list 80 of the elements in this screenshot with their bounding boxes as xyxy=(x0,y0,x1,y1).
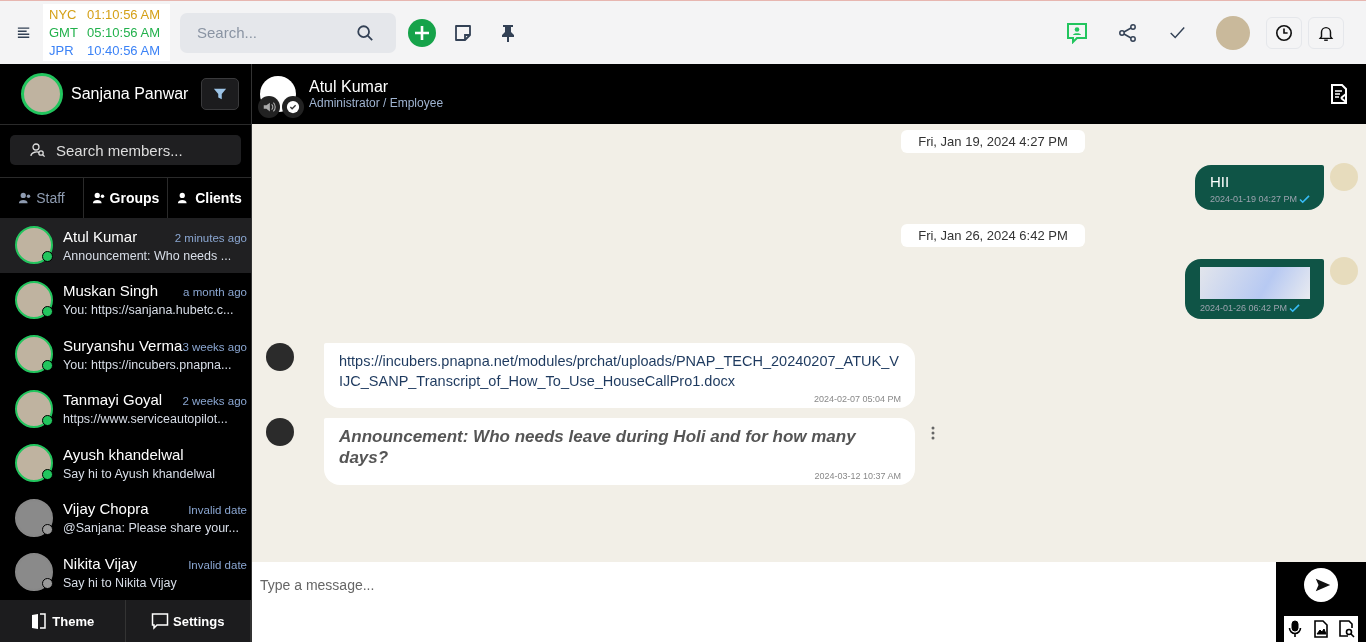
theme-icon xyxy=(30,612,49,630)
clock-zone: JPR xyxy=(49,43,75,58)
message-time: 2024-03-12 10:37 AM xyxy=(814,471,901,481)
filter-button[interactable] xyxy=(201,78,239,110)
sender-avatar xyxy=(1330,163,1358,191)
clock-time: 01:10:56 AM xyxy=(87,7,160,22)
sender-avatar xyxy=(1330,257,1358,285)
contact-name: Atul Kumar xyxy=(63,227,138,245)
contact-item[interactable]: Suryanshu Verma3 weeks ago You: https://incubers.pnapna... xyxy=(0,327,251,382)
date-chip: Fri, Jan 19, 2024 4:27 PM xyxy=(901,130,1085,153)
contact-preview: Say hi to Ayush khandelwal xyxy=(63,466,216,481)
contact-time: 2 weeks ago xyxy=(182,395,247,408)
notification-button[interactable] xyxy=(1308,16,1344,49)
contact-time: Invalid date xyxy=(188,558,247,571)
user-icon xyxy=(18,191,33,205)
contact-preview: You: https://sanjana.hubetc.c... xyxy=(63,303,235,318)
clock-zone: GMT xyxy=(49,25,77,40)
contact-time: 3 weeks ago xyxy=(182,340,247,353)
member-search-field[interactable]: Search members... xyxy=(10,135,241,165)
search-input[interactable]: Search... xyxy=(195,23,356,42)
profile-name: Sanjana Panwar xyxy=(71,85,190,103)
user-search-icon xyxy=(30,142,46,158)
sticky-note-icon[interactable] xyxy=(453,22,473,43)
search-field[interactable]: Search... xyxy=(180,12,396,53)
image-file-icon[interactable] xyxy=(1312,620,1330,638)
contact-preview: You: https://incubers.pnapna... xyxy=(63,357,233,372)
clock-icon xyxy=(1275,23,1293,42)
contact-time: a month ago xyxy=(183,286,247,299)
clock-zone: NYC xyxy=(49,7,77,22)
contact-item[interactable]: Vijay Chopra Invalid date @Sanjana: Please share your... xyxy=(0,490,251,545)
check-icon xyxy=(1299,194,1310,204)
add-icon[interactable] xyxy=(408,18,436,47)
chat-contact-name: Atul Kumar xyxy=(309,78,390,96)
send-icon xyxy=(1313,576,1332,594)
message-text: Announcement: Who needs leave during Holi and for how many days? xyxy=(339,426,857,468)
contact-preview: @Sanjana: Please share your... xyxy=(63,521,240,536)
message-text: https://incubers.pnapna.net/modules/prchat/uploads/PNAP_TECH_20240207_ATUK_VIJC_SANP_Transcript_of_How_To_Use_HouseCallPro1.docx xyxy=(339,352,900,391)
contact-preview: Say hi to Nikita Vijay xyxy=(63,575,178,590)
contact-item[interactable]: Tanmayi Goyal 2 weeks ago https://www.serviceautopilot... xyxy=(0,381,251,436)
message-time: 2024-01-26 06:42 PM xyxy=(1200,303,1288,313)
send-button[interactable] xyxy=(1304,568,1338,602)
chat-bubble-icon xyxy=(151,612,170,630)
filter-icon xyxy=(213,87,227,101)
share-icon[interactable] xyxy=(1118,22,1138,43)
verified-icon xyxy=(282,96,304,118)
search-icon[interactable] xyxy=(356,23,374,42)
more-options-icon[interactable] xyxy=(931,426,935,440)
member-search-input[interactable]: Search members... xyxy=(54,140,241,160)
contact-name: Tanmayi Goyal xyxy=(63,391,163,409)
contact-time: 2 minutes ago xyxy=(174,231,247,244)
contact-item[interactable]: Nikita Vijay Invalid date Say hi to Nikita Vijay xyxy=(0,545,251,600)
contact-name: Muskan Singh xyxy=(63,282,159,300)
message-time: 2024-02-07 05:04 PM xyxy=(813,394,901,404)
clock-time: 10:40:56 AM xyxy=(87,43,160,58)
contact-preview: Announcement: Who needs ... xyxy=(63,248,233,263)
message-time: 2024-01-19 04:27 PM xyxy=(1209,194,1297,204)
contact-item[interactable]: Muskan Singh a month ago You: https://sanjana.hubetc.c... xyxy=(0,272,251,327)
menu-icon[interactable] xyxy=(17,26,31,39)
contact-time: Invalid date xyxy=(188,504,247,517)
profile-avatar xyxy=(21,73,63,115)
check-icon xyxy=(1289,303,1301,313)
microphone-icon[interactable] xyxy=(1286,620,1304,638)
message-text: HII xyxy=(1209,173,1231,190)
contact-preview: https://www.serviceautopilot... xyxy=(63,412,229,427)
sender-avatar xyxy=(266,343,294,371)
contact-name: Vijay Chopra xyxy=(63,500,149,518)
date-chip: Fri, Jan 26, 2024 6:42 PM xyxy=(901,224,1085,247)
speaker-icon[interactable] xyxy=(258,96,280,118)
document-icon[interactable] xyxy=(1328,83,1350,105)
contact-name: Suryanshu Verma xyxy=(63,336,183,354)
history-button[interactable] xyxy=(1266,16,1302,49)
users-icon xyxy=(91,191,106,205)
sender-avatar xyxy=(266,418,294,446)
contact-item[interactable]: Ayush khandelwal Say hi to Ayush khandelwal xyxy=(0,436,251,491)
contact-name: Ayush khandelwal xyxy=(63,445,184,463)
chat-contact-role: Administrator / Employee xyxy=(309,96,445,110)
contact-name: Nikita Vijay xyxy=(63,554,137,572)
clock-time: 05:10:56 AM xyxy=(87,25,160,40)
contact-item[interactable]: Atul Kumar 2 minutes ago Announcement: Who needs ... xyxy=(0,218,251,273)
document-search-icon[interactable] xyxy=(1338,620,1356,638)
